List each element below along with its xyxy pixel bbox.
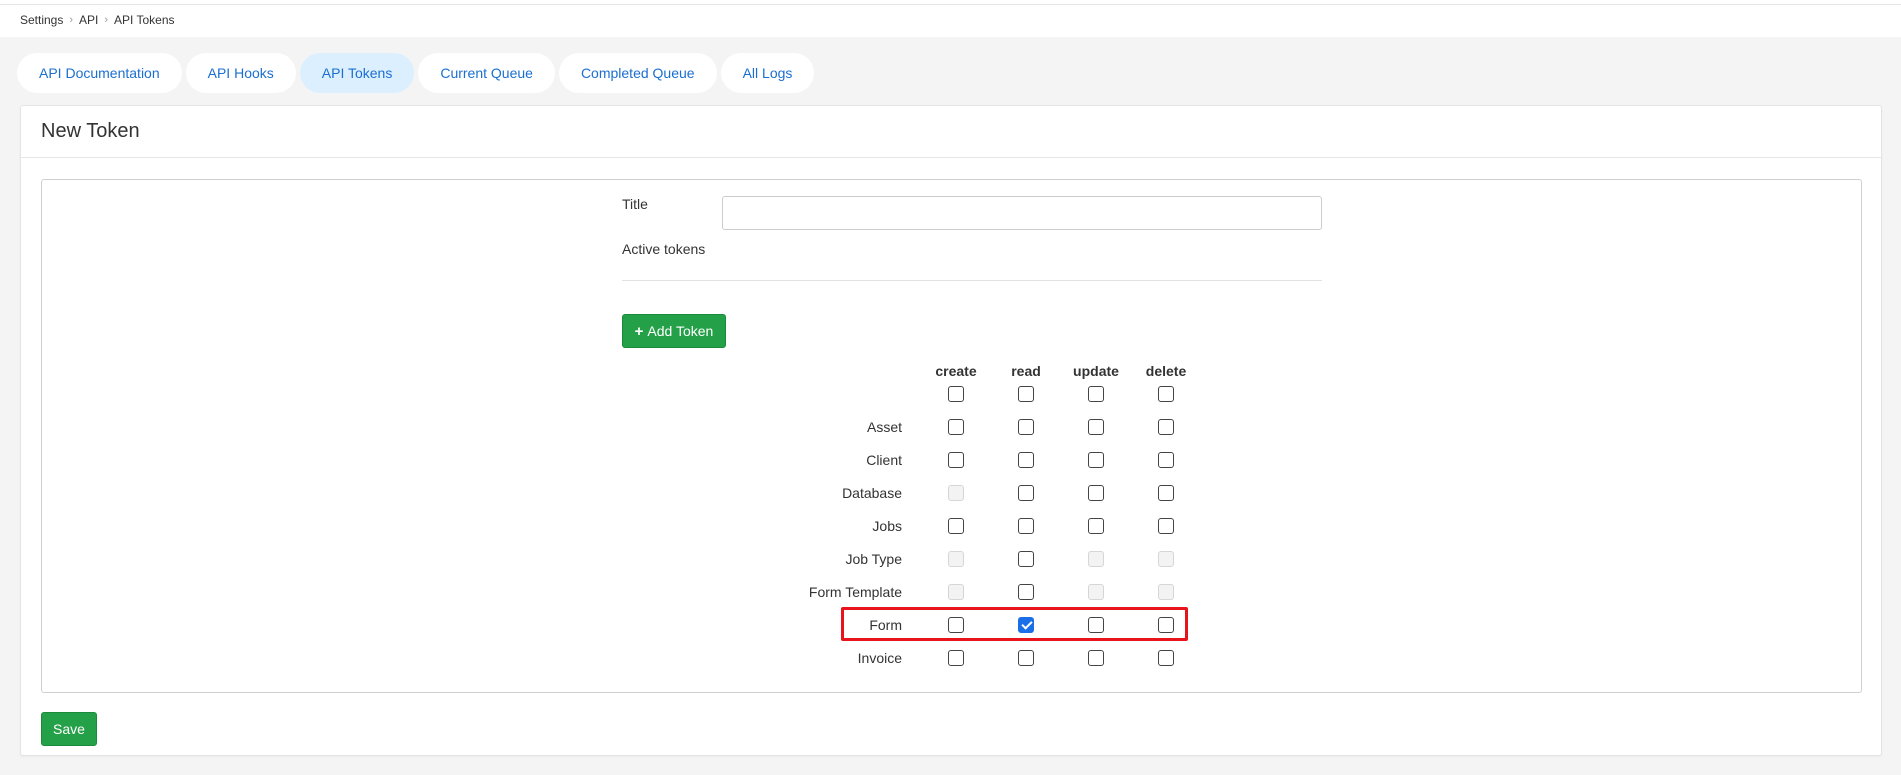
form-template-delete-checkbox bbox=[1158, 584, 1174, 600]
api-tabs: API Documentation API Hooks API Tokens C… bbox=[17, 53, 815, 93]
select-all-delete-checkbox[interactable] bbox=[1158, 386, 1174, 402]
token-form-panel: Title Active tokens + Add Token create re… bbox=[41, 179, 1862, 693]
tab-all-logs[interactable]: All Logs bbox=[720, 53, 815, 93]
title-label: Title bbox=[622, 196, 648, 212]
breadcrumb: Settings › API › API Tokens bbox=[20, 13, 175, 27]
column-header-create: create bbox=[935, 363, 977, 379]
row-label-job-type: Job Type bbox=[845, 551, 902, 567]
client-update-checkbox[interactable] bbox=[1088, 452, 1104, 468]
tab-current-queue[interactable]: Current Queue bbox=[418, 53, 555, 93]
asset-create-checkbox[interactable] bbox=[948, 419, 964, 435]
divider bbox=[622, 280, 1322, 281]
client-read-checkbox[interactable] bbox=[1018, 452, 1034, 468]
form-update-checkbox[interactable] bbox=[1088, 617, 1104, 633]
tab-api-hooks[interactable]: API Hooks bbox=[185, 53, 296, 93]
invoice-create-checkbox[interactable] bbox=[948, 650, 964, 666]
form-template-update-checkbox bbox=[1088, 584, 1104, 600]
tab-api-tokens[interactable]: API Tokens bbox=[299, 53, 415, 93]
row-label-jobs: Jobs bbox=[872, 518, 902, 534]
form-template-read-checkbox[interactable] bbox=[1018, 584, 1034, 600]
breadcrumb-bar bbox=[0, 5, 1901, 37]
database-create-checkbox bbox=[948, 485, 964, 501]
database-delete-checkbox[interactable] bbox=[1158, 485, 1174, 501]
row-label-database: Database bbox=[842, 485, 902, 501]
breadcrumb-api-tokens: API Tokens bbox=[114, 13, 175, 27]
job-type-delete-checkbox bbox=[1158, 551, 1174, 567]
row-label-asset: Asset bbox=[866, 419, 902, 435]
database-read-checkbox[interactable] bbox=[1018, 485, 1034, 501]
breadcrumb-settings[interactable]: Settings bbox=[20, 13, 63, 27]
active-tokens-label: Active tokens bbox=[622, 241, 706, 257]
form-delete-checkbox[interactable] bbox=[1158, 617, 1174, 633]
row-label-form-template: Form Template bbox=[808, 584, 902, 600]
select-all-update-checkbox[interactable] bbox=[1088, 386, 1104, 402]
row-label-client: Client bbox=[866, 452, 902, 468]
top-strip bbox=[0, 0, 1901, 5]
asset-update-checkbox[interactable] bbox=[1088, 419, 1104, 435]
card-title: New Token bbox=[21, 106, 1881, 158]
jobs-read-checkbox[interactable] bbox=[1018, 518, 1034, 534]
client-delete-checkbox[interactable] bbox=[1158, 452, 1174, 468]
client-create-checkbox[interactable] bbox=[948, 452, 964, 468]
select-all-create-checkbox[interactable] bbox=[948, 386, 964, 402]
job-type-read-checkbox[interactable] bbox=[1018, 551, 1034, 567]
row-label-invoice: Invoice bbox=[857, 650, 902, 666]
invoice-update-checkbox[interactable] bbox=[1088, 650, 1104, 666]
invoice-read-checkbox[interactable] bbox=[1018, 650, 1034, 666]
jobs-create-checkbox[interactable] bbox=[948, 518, 964, 534]
invoice-delete-checkbox[interactable] bbox=[1158, 650, 1174, 666]
tab-api-documentation[interactable]: API Documentation bbox=[17, 53, 182, 93]
breadcrumb-separator-icon: › bbox=[104, 14, 109, 26]
jobs-delete-checkbox[interactable] bbox=[1158, 518, 1174, 534]
job-type-update-checkbox bbox=[1088, 551, 1104, 567]
form-template-create-checkbox bbox=[948, 584, 964, 600]
add-token-button[interactable]: + Add Token bbox=[622, 314, 726, 348]
column-header-read: read bbox=[1011, 363, 1041, 379]
add-token-label: Add Token bbox=[647, 323, 714, 339]
form-create-checkbox[interactable] bbox=[948, 617, 964, 633]
column-header-update: update bbox=[1073, 363, 1119, 379]
database-update-checkbox[interactable] bbox=[1088, 485, 1104, 501]
asset-delete-checkbox[interactable] bbox=[1158, 419, 1174, 435]
asset-read-checkbox[interactable] bbox=[1018, 419, 1034, 435]
row-label-form: Form bbox=[869, 617, 902, 633]
jobs-update-checkbox[interactable] bbox=[1088, 518, 1104, 534]
save-button[interactable]: Save bbox=[41, 712, 97, 746]
breadcrumb-separator-icon: › bbox=[69, 14, 74, 26]
new-token-card: New Token Title Active tokens + Add Toke… bbox=[20, 105, 1882, 756]
job-type-create-checkbox bbox=[948, 551, 964, 567]
plus-icon: + bbox=[634, 322, 644, 340]
column-header-delete: delete bbox=[1145, 363, 1187, 379]
form-read-checkbox[interactable] bbox=[1018, 617, 1034, 633]
title-input[interactable] bbox=[722, 196, 1322, 230]
tab-completed-queue[interactable]: Completed Queue bbox=[558, 53, 717, 93]
select-all-read-checkbox[interactable] bbox=[1018, 386, 1034, 402]
breadcrumb-api[interactable]: API bbox=[79, 13, 98, 27]
